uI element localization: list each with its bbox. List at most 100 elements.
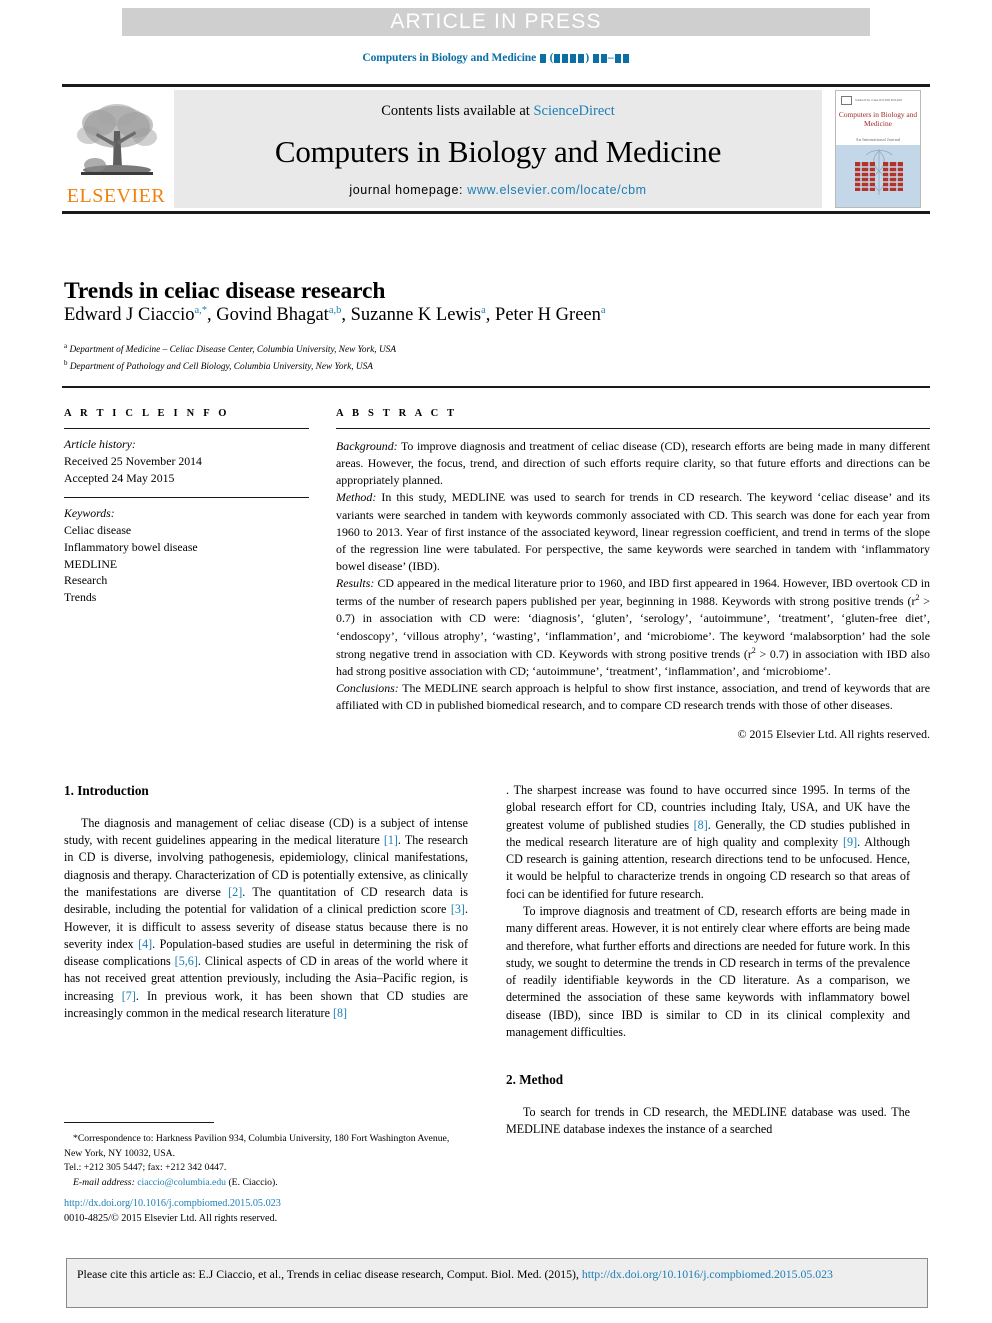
abstract-method-text: In this study, MEDLINE was used to searc… [336, 490, 930, 573]
elsevier-tree-icon [77, 104, 157, 175]
intro-paragraph-1-continued: . The sharpest increase was found to hav… [506, 782, 910, 903]
email-link[interactable]: ciaccio@columbia.edu [137, 1177, 226, 1188]
abstract-method: Method: In this study, MEDLINE was used … [336, 489, 930, 575]
email-label: E-mail address: [73, 1176, 138, 1188]
cite-doi-link[interactable]: http://dx.doi.org/10.1016/j.compbiomed.2… [582, 1267, 833, 1281]
abstract-conclusions: Conclusions: The MEDLINE search approach… [336, 680, 930, 714]
issn-copyright-line: 0010-4825/© 2015 Elsevier Ltd. All right… [64, 1213, 278, 1225]
citation-ref[interactable]: [1] [384, 833, 398, 847]
abstract-heading: A B S T R A C T [336, 408, 458, 419]
abstract-background: Background: To improve diagnosis and tre… [336, 438, 930, 489]
article-accepted-date: Accepted 24 May 2015 [64, 470, 175, 485]
abstract-copyright: © 2015 Elsevier Ltd. All rights reserved… [737, 727, 930, 742]
method-paragraph-1: To search for trends in CD research, the… [506, 1105, 910, 1137]
abstract-results-text-1: CD appeared in the medical literature pr… [336, 576, 930, 609]
contact-tel: Tel.: +212 305 5447; fax: +212 342 0447. [64, 1162, 227, 1174]
email-note: E-mail address: ciaccio@columbia.edu (E.… [64, 1176, 468, 1191]
abstract-conclusions-label: Conclusions: [336, 680, 399, 695]
footnote-block: *Correspondence to: Harkness Pavilion 93… [64, 1132, 468, 1190]
author-name: Peter H Green [495, 305, 601, 326]
abstract-column: A B S T R A C T Background: To improve d… [336, 408, 930, 743]
abstract-results: Results: CD appeared in the medical lite… [336, 575, 930, 680]
affiliation-mark: b [64, 358, 68, 367]
abstract-method-label: Method: [336, 490, 377, 505]
cover-elsevier-mark-icon [841, 96, 852, 105]
intro-paragraph-1: The diagnosis and management of celiac d… [64, 815, 468, 1022]
abstract-body: Background: To improve diagnosis and tre… [336, 438, 930, 743]
cite-this-article-box: Please cite this article as: E.J Ciaccio… [66, 1258, 928, 1308]
cover-subtitle: An International Journal [855, 137, 901, 142]
contents-prefix: Contents lists available at [381, 103, 534, 119]
abstract-results-label: Results: [336, 576, 375, 591]
abstract-conclusions-text: The MEDLINE search approach is helpful t… [336, 680, 930, 713]
abstract-background-text: To improve diagnosis and treatment of ce… [336, 439, 930, 488]
doi-link[interactable]: http://dx.doi.org/10.1016/j.compbiomed.2… [64, 1196, 468, 1211]
elsevier-logo: ELSEVIER [62, 90, 170, 208]
masthead-center-panel: Contents lists available at ScienceDirec… [174, 90, 822, 208]
cover-masthead-strip: Volume 00 No. 0 June 2015 ISSN 0010-4825 [841, 96, 915, 105]
article-info-rule [64, 428, 309, 429]
contents-list-line: Contents lists available at ScienceDirec… [381, 103, 615, 120]
body-column-left: 1. Introduction The diagnosis and manage… [64, 782, 468, 1022]
citation-ref[interactable]: [9] [843, 835, 857, 849]
citation-ref[interactable]: [8] [333, 1006, 347, 1020]
author-name: Suzanne K Lewis [350, 305, 482, 326]
author-marks: a [600, 305, 606, 316]
body-column-right: . The sharpest increase was found to hav… [506, 782, 910, 1139]
affiliation-text: Department of Pathology and Cell Biology… [69, 361, 373, 372]
article-info-heading: A R T I C L E I N F O [64, 408, 230, 419]
citation-ref[interactable]: [7] [122, 989, 136, 1003]
cite-text: Please cite this article as: E.J Ciaccio… [77, 1267, 582, 1281]
article-in-press-label: ARTICLE IN PRESS [390, 10, 602, 33]
citation-ref[interactable]: [4] [138, 937, 152, 951]
author-list: Edward J Ciaccioa,*, Govind Bhagata,b, S… [64, 305, 606, 326]
citation-ref[interactable]: [2] [228, 885, 242, 899]
article-in-press-banner: ARTICLE IN PRESS [122, 8, 870, 36]
homepage-link[interactable]: www.elsevier.com/locate/cbm [467, 183, 646, 197]
citation-ref[interactable]: [5,6] [175, 954, 198, 968]
running-head-placeholders: () – [536, 52, 629, 64]
section-heading-method: 2. Method [506, 1072, 564, 1088]
citation-ref[interactable]: [3] [451, 902, 465, 916]
keywords-block: Keywords: Celiac disease Inflammatory bo… [64, 505, 309, 606]
abstract-rule [336, 428, 930, 429]
article-history-block: Article history: Received 25 November 20… [64, 436, 309, 486]
journal-title: Computers in Biology and Medicine [274, 133, 722, 169]
keyword-item: Inflammatory bowel disease [64, 539, 198, 554]
keywords-divider [64, 497, 309, 499]
journal-homepage-line: journal homepage: www.elsevier.com/locat… [349, 183, 646, 197]
citation-ref[interactable]: [8] [694, 818, 708, 832]
cover-meta-text: Volume 00 No. 0 June 2015 ISSN 0010-4825 [855, 99, 903, 102]
author-name: Edward J Ciaccio [64, 305, 195, 326]
affiliation-text: Department of Medicine – Celiac Disease … [69, 345, 396, 356]
keyword-item: MEDLINE [64, 556, 118, 571]
author-name: Govind Bhagat [216, 305, 329, 326]
sciencedirect-link[interactable]: ScienceDirect [533, 103, 614, 119]
footnote-divider [64, 1122, 214, 1123]
cover-artwork-panel [836, 145, 920, 207]
affiliation-item: b Department of Pathology and Cell Biolo… [64, 358, 396, 375]
elsevier-wordmark: ELSEVIER [66, 185, 166, 207]
affiliation-mark: a [64, 342, 68, 350]
keyword-item: Trends [64, 590, 97, 604]
doi-block: http://dx.doi.org/10.1016/j.compbiomed.2… [64, 1196, 468, 1227]
email-suffix: (E. Ciaccio). [226, 1176, 278, 1188]
article-received-date: Received 25 November 2014 [64, 453, 202, 468]
article-info-column: A R T I C L E I N F O Article history: R… [64, 408, 309, 606]
article-history-label: Article history: [64, 437, 136, 451]
correspondence-note: *Correspondence to: Harkness Pavilion 93… [64, 1133, 450, 1159]
page-title: Trends in celiac disease research [64, 277, 386, 304]
running-head: Computers in Biology and Medicine () – [0, 52, 992, 64]
journal-cover-thumbnail: Volume 00 No. 0 June 2015 ISSN 0010-4825… [835, 90, 921, 208]
intro-paragraph-2: To improve diagnosis and treatment of CD… [506, 903, 910, 1039]
author-marks: a,* [194, 305, 208, 316]
journal-masthead: ELSEVIER Contents lists available at Sci… [62, 84, 930, 214]
abstract-background-label: Background: [336, 439, 398, 453]
author-marks: a,b [328, 305, 342, 316]
abstract-band-top-rule [62, 386, 930, 388]
cover-title: Computers in Biology and Medicine [838, 110, 918, 128]
keyword-item: Celiac disease [64, 523, 132, 537]
affiliation-item: a Department of Medicine – Celiac Diseas… [64, 341, 396, 358]
section-heading-introduction: 1. Introduction [64, 783, 149, 798]
homepage-label: journal homepage: [349, 183, 468, 197]
